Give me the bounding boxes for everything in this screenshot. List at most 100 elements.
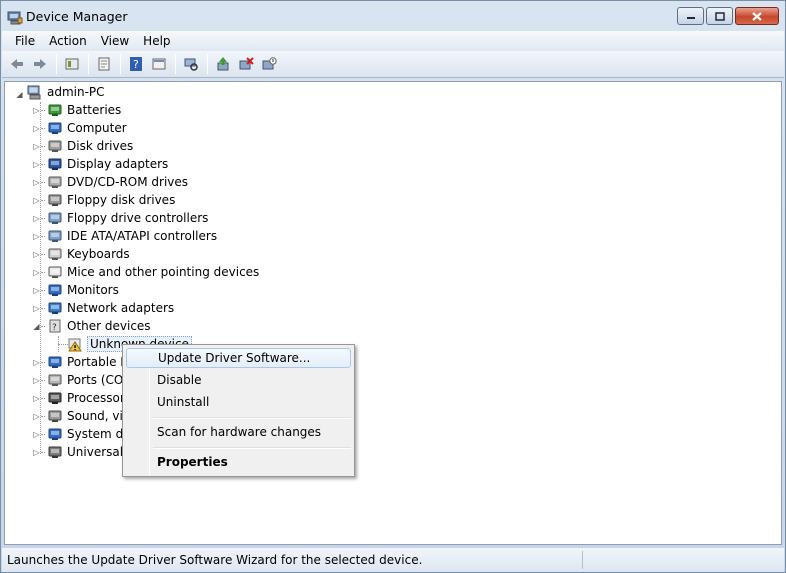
expand-arrow-icon[interactable]: ▷ [32,142,41,151]
port-icon [48,374,62,386]
expand-arrow-icon[interactable]: ▷ [32,196,41,205]
expand-arrow-icon[interactable]: ▷ [32,268,41,277]
processor-icon [48,392,62,404]
tree-guide-line [41,326,45,327]
tree-guide-line [41,398,45,399]
menu-update-driver-software[interactable]: Update Driver Software... [126,348,351,368]
tree-category-item[interactable]: Portable D [47,353,130,371]
collapse-root-icon[interactable]: ◢ [15,90,24,99]
tree-item-label: Network adapters [67,301,175,315]
tree-guide-line [41,236,45,237]
expand-arrow-icon[interactable]: ▷ [32,286,41,295]
expand-arrow-icon[interactable]: ▷ [32,160,41,169]
menu-action[interactable]: Action [42,34,94,48]
tree-guide-line [41,218,45,219]
device-tree-pane[interactable]: ◢ admin-PC ▷ Batteries ▷ Computer ▷ Disk driv… [4,81,782,545]
expand-arrow-icon[interactable]: ▷ [32,232,41,241]
tree-category-item[interactable]: Processors [47,389,131,407]
expand-arrow-icon[interactable]: ▷ [32,250,41,259]
tree-category-item[interactable]: Sound, vic [47,407,129,425]
expand-arrow-icon[interactable]: ▷ [32,358,41,367]
show-hide-button[interactable] [148,53,170,75]
uninstall-icon [239,57,254,70]
expand-arrow-icon[interactable]: ▷ [32,412,41,421]
tree-category-item[interactable]: System de [47,425,131,443]
toolbar-separator [56,54,57,74]
maximize-button[interactable] [706,7,733,25]
tree-category-item[interactable]: Mice and other pointing devices [47,263,259,281]
uninstall-button[interactable] [235,53,257,75]
toolbar-separator [175,54,176,74]
tree-guide-line [41,362,45,363]
menu-bar: File Action View Help [2,31,784,51]
forward-button[interactable] [29,53,51,75]
tree-root[interactable]: admin-PC [27,83,105,101]
expand-arrow-icon[interactable]: ▷ [32,394,41,403]
tree-item-label: Sound, vic [67,409,130,423]
tree-item-label: Mice and other pointing devices [67,265,260,279]
tree-category-item[interactable]: DVD/CD-ROM drives [47,173,188,191]
tree-guide-line [41,182,45,183]
tree-category-item[interactable]: ? Other devices [47,317,151,335]
battery-icon [48,104,62,116]
tree-category-item[interactable]: Ports (COM [47,371,134,389]
tree-guide-line [41,146,45,147]
caption-buttons [677,7,779,25]
tree-category-item[interactable]: Computer [47,119,127,137]
update-driver-button[interactable] [212,53,234,75]
tree-category-item[interactable]: Display adapters [47,155,168,173]
close-button[interactable] [735,7,779,25]
usb-icon [48,446,62,458]
tree-root-label: admin-PC [47,85,105,99]
tree-category-item[interactable]: Floppy drive controllers [47,209,208,227]
scan-button[interactable] [180,53,202,75]
context-menu: Update Driver Software... Disable Uninst… [122,344,355,477]
tree-category-item[interactable]: IDE ATA/ATAPI controllers [47,227,217,245]
toolbar-separator [88,54,89,74]
menu-help[interactable]: Help [136,34,177,48]
tree-item-label: Disk drives [67,139,134,153]
expand-arrow-icon[interactable]: ▷ [32,214,41,223]
expand-arrow-icon[interactable]: ▷ [32,430,41,439]
help-icon: ? [130,57,142,71]
minimize-button[interactable] [677,7,704,25]
tree-category-item[interactable]: Disk drives [47,137,133,155]
title-bar[interactable]: Device Manager [1,1,785,31]
menu-properties[interactable]: Properties [126,452,351,472]
tree-item-label: Display adapters [67,157,169,171]
mouse-icon [48,266,62,278]
properties-button[interactable] [93,53,115,75]
tree-guide-line [41,416,45,417]
expand-arrow-icon[interactable]: ▷ [32,448,41,457]
expand-arrow-icon[interactable]: ▷ [32,376,41,385]
toolbar-separator [207,54,208,74]
tree-guide-line [41,290,45,291]
monitor-icon [48,284,62,296]
menu-scan-hardware[interactable]: Scan for hardware changes [126,422,351,442]
toolbar-separator [120,54,121,74]
expand-arrow-icon[interactable]: ▷ [32,124,41,133]
tree-category-item[interactable]: Batteries [47,101,121,119]
ide-controller-icon [48,230,62,242]
collapse-arrow-icon[interactable]: ◢ [32,322,41,331]
forward-icon [34,59,46,69]
close-icon [752,11,762,21]
tree-category-item[interactable]: Network adapters [47,299,174,317]
menu-view[interactable]: View [94,34,136,48]
up-button[interactable] [61,53,83,75]
menu-file[interactable]: File [8,34,42,48]
tree-category-item[interactable]: Keyboards [47,245,130,263]
tree-category-item[interactable]: Monitors [47,281,119,299]
back-button[interactable] [6,53,28,75]
menu-disable[interactable]: Disable [126,370,351,390]
context-menu-separator [153,417,351,419]
tree-category-item[interactable]: Floppy disk drives [47,191,175,209]
expand-arrow-icon[interactable]: ▷ [32,304,41,313]
help-button[interactable]: ? [125,53,147,75]
menu-uninstall[interactable]: Uninstall [126,392,351,412]
expand-arrow-icon[interactable]: ▷ [32,178,41,187]
expand-arrow-icon[interactable]: ▷ [32,106,41,115]
display-adapter-icon [48,158,62,170]
disable-button[interactable] [258,53,280,75]
floppy-controller-icon [48,212,62,224]
